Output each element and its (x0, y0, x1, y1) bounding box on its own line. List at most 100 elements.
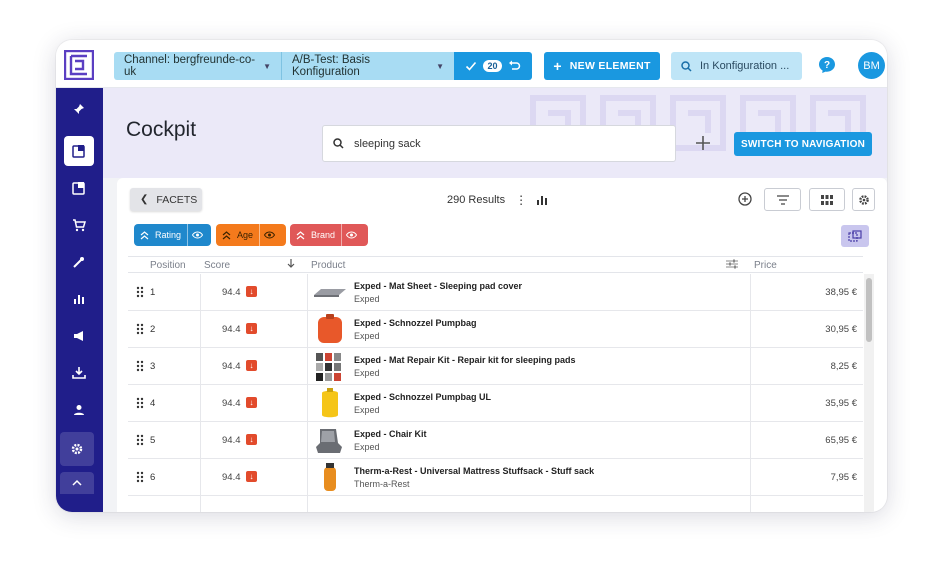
sidebar-item-users[interactable] (64, 395, 94, 425)
row-score: 94.4 (222, 324, 241, 335)
row-position: 2 (150, 324, 156, 335)
sidebar-item-analytics[interactable] (64, 284, 94, 314)
sidebar-item-shop[interactable] (64, 210, 94, 240)
chevron-down-icon: ▼ (436, 61, 444, 71)
eye-icon[interactable] (187, 224, 207, 246)
product-name[interactable]: Exped - Schnozzel Pumpbag (354, 318, 477, 328)
new-element-button[interactable]: + NEW ELEMENT (544, 52, 660, 80)
sidebar-item-import[interactable] (64, 358, 94, 388)
column-divider (200, 385, 201, 422)
product-name[interactable]: Exped - Mat Repair Kit - Repair kit for … (354, 355, 576, 365)
drag-handle-icon[interactable] (136, 286, 144, 298)
publish-changes-button[interactable]: 20 (454, 52, 532, 80)
channel-select[interactable]: Channel: bergfreunde-co-uk ▼ (114, 52, 282, 80)
row-score: 94.4 (222, 287, 241, 298)
sidebar-item-rules[interactable] (64, 247, 94, 277)
column-divider (307, 274, 308, 311)
product-image (324, 463, 336, 491)
facet-chip-label: Rating (155, 230, 182, 240)
changes-count-badge: 20 (483, 60, 502, 72)
arrow-down-icon[interactable] (286, 258, 296, 272)
product-price: 8,25 € (830, 361, 857, 372)
column-divider (307, 459, 308, 496)
table-row[interactable]: 2 94.4 ↓ Exped - Schnozzel Pumpbag Exped… (128, 311, 863, 348)
table-row[interactable]: 4 94.4 ↓ Exped - Schnozzel Pumpbag UL Ex… (128, 385, 863, 422)
drag-handle-icon[interactable] (136, 360, 144, 372)
score-down-icon[interactable]: ↓ (246, 360, 257, 371)
row-position: 6 (150, 472, 156, 483)
product-name[interactable]: Exped - Chair Kit (354, 429, 427, 439)
score-down-icon[interactable]: ↓ (246, 323, 257, 334)
drag-handle-icon[interactable] (136, 471, 144, 483)
copy-button[interactable] (841, 225, 869, 247)
facet-chip-rating[interactable]: Rating (134, 224, 211, 246)
add-search-icon[interactable] (694, 134, 712, 152)
sidebar-item-cockpit[interactable] (64, 136, 94, 166)
product-price: 35,95 € (825, 398, 857, 409)
column-header-position[interactable]: Position (150, 260, 186, 271)
score-down-icon[interactable]: ↓ (246, 286, 257, 297)
facets-button[interactable]: ❮ FACETS (130, 188, 202, 211)
column-header-score[interactable]: Score (204, 260, 230, 271)
app-window: Channel: bergfreunde-co-uk ▼ A/B-Test: B… (56, 40, 887, 512)
undo-icon[interactable] (508, 60, 521, 72)
facet-chip-brand[interactable]: Brand (290, 224, 368, 246)
column-divider (750, 422, 751, 459)
product-price: 38,95 € (825, 287, 857, 298)
column-divider (750, 311, 751, 348)
score-down-icon[interactable]: ↓ (246, 471, 257, 482)
search-icon (333, 138, 344, 149)
view-toggle-button[interactable] (809, 188, 845, 211)
drag-handle-icon[interactable] (136, 434, 144, 446)
column-divider (307, 311, 308, 348)
table-row[interactable]: 3 94.4 ↓ Exped - Mat Repair Kit - Repair… (128, 348, 863, 385)
table-row[interactable] (128, 496, 863, 512)
table-row[interactable]: 6 94.4 ↓ Therm-a-Rest - Universal Mattre… (128, 459, 863, 496)
results-panel: ❮ FACETS 290 Results ⋮ Rating Age Brand … (117, 178, 887, 512)
chevron-down-icon: ▼ (263, 61, 271, 71)
row-position: 4 (150, 398, 156, 409)
config-search-field[interactable]: In Konfiguration ... (671, 52, 802, 80)
search-input[interactable]: sleeping sack (322, 125, 676, 162)
sidebar-pin-button[interactable] (64, 94, 94, 124)
drag-handle-icon[interactable] (136, 323, 144, 335)
sidebar-collapse-button[interactable] (60, 472, 94, 494)
more-vertical-icon[interactable]: ⋮ (515, 193, 527, 207)
row-position: 3 (150, 361, 156, 372)
table-scrollbar-thumb[interactable] (866, 278, 872, 342)
table-row[interactable]: 5 94.4 ↓ Exped - Chair Kit Exped 65,95 € (128, 422, 863, 459)
column-header-price[interactable]: Price (754, 260, 777, 271)
sliders-icon[interactable] (726, 259, 738, 272)
help-icon[interactable]: ? (818, 56, 836, 74)
product-brand: Exped (354, 331, 380, 341)
table-row[interactable]: 1 94.4 ↓ Exped - Mat Sheet - Sleeping pa… (128, 274, 863, 311)
sidebar-item-elements[interactable] (64, 173, 94, 203)
switch-to-navigation-button[interactable]: SWITCH TO NAVIGATION (734, 132, 872, 156)
product-name[interactable]: Exped - Schnozzel Pumpbag UL (354, 392, 491, 402)
filter-button[interactable] (764, 188, 801, 211)
sidebar-item-settings[interactable] (60, 432, 94, 466)
column-divider (307, 422, 308, 459)
column-divider (200, 459, 201, 496)
add-circle-icon[interactable] (737, 191, 753, 207)
user-avatar[interactable]: BM (858, 52, 885, 79)
search-input-value: sleeping sack (354, 137, 421, 150)
app-logo-icon[interactable] (64, 50, 94, 80)
product-name[interactable]: Exped - Mat Sheet - Sleeping pad cover (354, 281, 522, 291)
drag-handle-icon[interactable] (136, 397, 144, 409)
sidebar (56, 88, 103, 512)
sidebar-item-campaigns[interactable] (64, 321, 94, 351)
product-name[interactable]: Therm-a-Rest - Universal Mattress Stuffs… (354, 466, 594, 476)
ab-test-select[interactable]: A/B-Test: Basis Konfiguration ▼ (282, 52, 454, 80)
row-position: 5 (150, 435, 156, 446)
column-header-product[interactable]: Product (311, 260, 345, 271)
facet-chip-age[interactable]: Age (216, 224, 286, 246)
bar-chart-icon[interactable] (537, 195, 548, 205)
user-icon (74, 405, 84, 415)
eye-icon[interactable] (259, 224, 279, 246)
chevron-left-icon: ❮ (140, 194, 149, 205)
settings-button[interactable] (852, 188, 875, 211)
score-down-icon[interactable]: ↓ (246, 397, 257, 408)
score-down-icon[interactable]: ↓ (246, 434, 257, 445)
eye-icon[interactable] (341, 224, 361, 246)
